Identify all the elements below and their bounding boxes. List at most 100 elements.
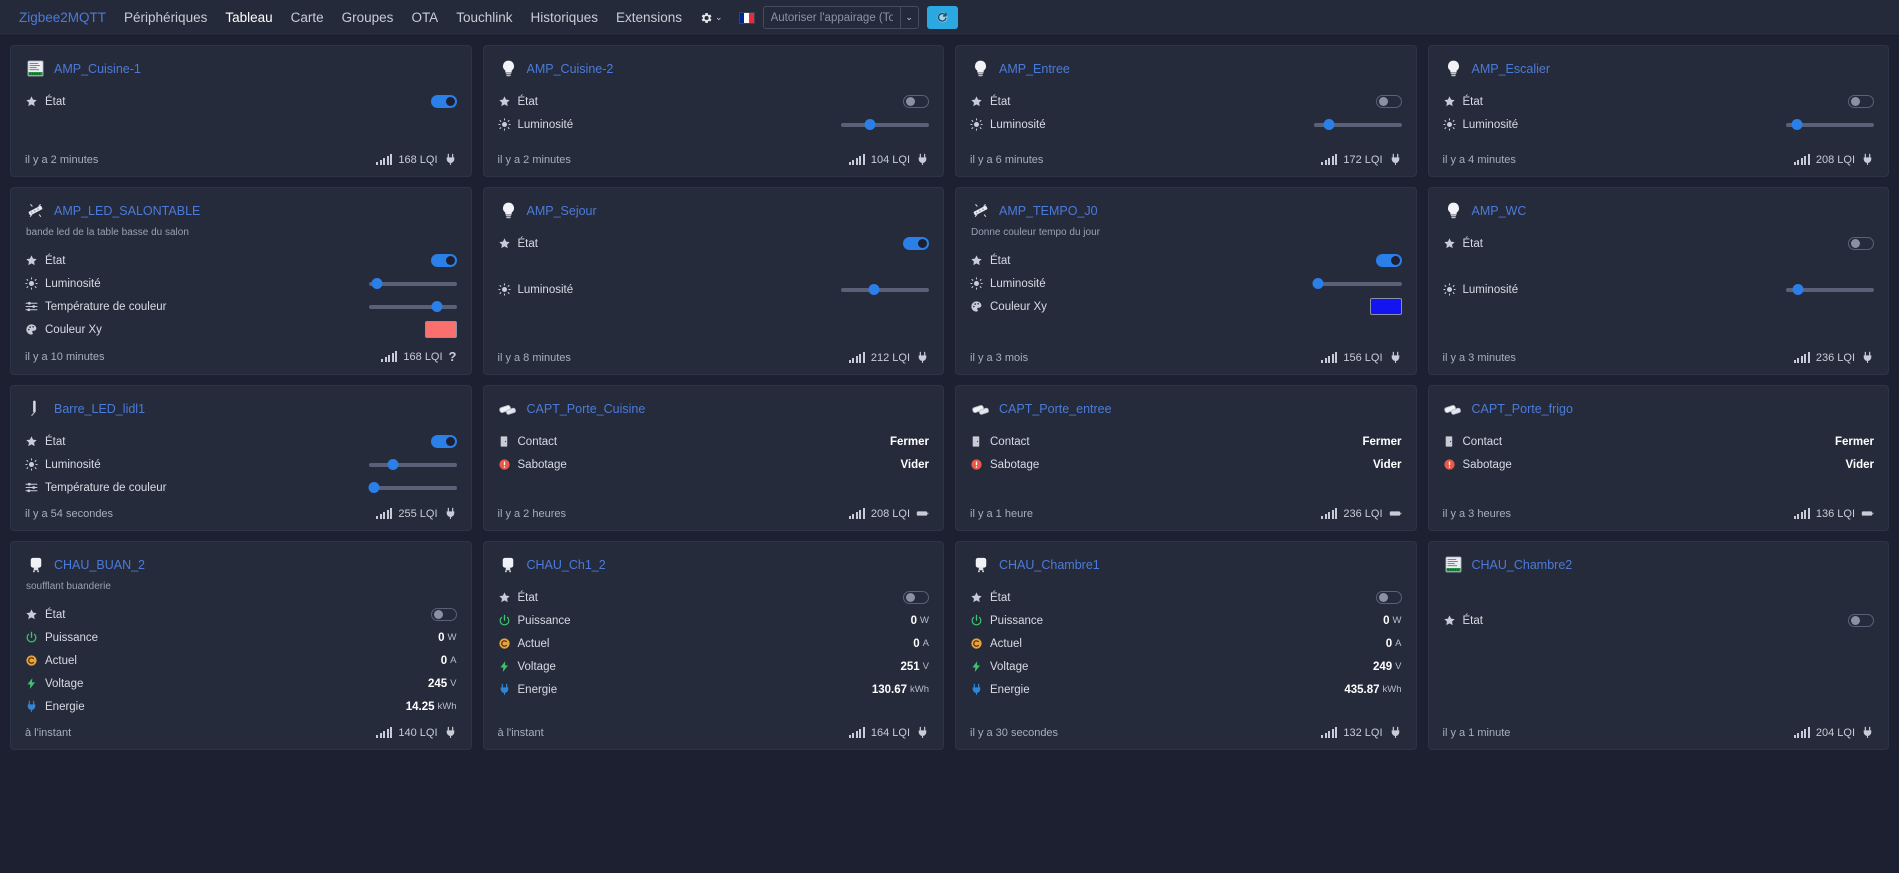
device-name-link[interactable]: Barre_LED_lidl1 xyxy=(54,402,145,416)
state-toggle[interactable] xyxy=(430,95,457,108)
slider-knob[interactable] xyxy=(371,278,383,289)
last-seen-text: il y a 8 minutes xyxy=(497,351,571,364)
lqi-suffix: LQI xyxy=(1837,507,1855,520)
nav-link-peripheriques[interactable]: Périphériques xyxy=(115,10,216,25)
state-toggle[interactable] xyxy=(903,237,929,250)
smart-plug-icon xyxy=(502,557,514,572)
value-slider[interactable] xyxy=(368,300,457,313)
nav-link-groupes[interactable]: Groupes xyxy=(333,10,403,25)
card-header: AMP_Escalier xyxy=(1443,58,1875,79)
device-name-link[interactable]: AMP_Entree xyxy=(999,62,1070,76)
palette-icon xyxy=(971,301,982,312)
device-name-link[interactable]: CAPT_Porte_entree xyxy=(999,402,1112,416)
plug-icon xyxy=(1863,726,1872,738)
state-toggle[interactable] xyxy=(430,608,457,621)
value-slider[interactable] xyxy=(1312,277,1402,290)
slider-knob[interactable] xyxy=(868,284,880,295)
device-name-link[interactable]: AMP_TEMPO_J0 xyxy=(999,204,1098,218)
slider-knob[interactable] xyxy=(1312,278,1324,289)
nav-link-carte[interactable]: Carte xyxy=(282,10,333,25)
card-footer: il y a 30 secondes 132 LQI xyxy=(970,726,1402,739)
signal-bars-icon xyxy=(376,154,393,165)
value-slider[interactable] xyxy=(1786,283,1874,296)
lqi-value: 236 LQI xyxy=(1343,508,1382,520)
permit-join-dropdown[interactable]: ⌄ xyxy=(899,6,919,29)
card-header: Barre_LED_lidl1 xyxy=(25,398,457,419)
signal-bars-icon xyxy=(1321,508,1338,519)
attribute-row: Température de couleur xyxy=(25,298,457,315)
state-toggle[interactable] xyxy=(1848,237,1874,250)
device-name-link[interactable]: CHAU_Ch1_2 xyxy=(527,558,606,572)
attribute-row: Energie 435.87 kWh xyxy=(970,681,1402,698)
slider-knob[interactable] xyxy=(1791,119,1803,130)
device-name-link[interactable]: CHAU_BUAN_2 xyxy=(54,558,145,572)
slider-knob[interactable] xyxy=(387,459,399,470)
device-name-link[interactable]: CAPT_Porte_frigo xyxy=(1472,402,1573,416)
attribute-label: État xyxy=(1443,237,1483,250)
state-toggle[interactable] xyxy=(903,95,929,108)
attribute-unit: kWh xyxy=(910,684,929,695)
refresh-button[interactable] xyxy=(926,6,958,29)
device-name-link[interactable]: AMP_Sejour xyxy=(527,204,597,218)
attribute-control: 0 A xyxy=(441,655,457,667)
slider-track xyxy=(368,305,457,309)
value-slider[interactable] xyxy=(841,283,929,296)
value-slider[interactable] xyxy=(841,118,929,131)
sun-icon xyxy=(1442,118,1456,131)
lqi-number: 212 xyxy=(870,351,890,364)
device-name-link[interactable]: AMP_Cuisine-1 xyxy=(54,62,141,76)
slider-track xyxy=(841,123,929,127)
state-toggle[interactable] xyxy=(1375,591,1402,604)
slider-knob[interactable] xyxy=(864,119,876,130)
value-slider[interactable] xyxy=(368,458,457,471)
nav-link-extensions[interactable]: Extensions xyxy=(607,10,691,25)
attribute-label: État xyxy=(498,95,538,108)
nav-link-tableau[interactable]: Tableau xyxy=(216,10,281,25)
device-name-link[interactable]: CHAU_Chambre2 xyxy=(1472,558,1573,572)
device-name-link[interactable]: AMP_Escalier xyxy=(1472,62,1551,76)
device-name-link[interactable]: CHAU_Chambre1 xyxy=(999,558,1100,572)
color-swatch[interactable] xyxy=(424,321,457,338)
device-name-link[interactable]: CAPT_Porte_Cuisine xyxy=(527,402,646,416)
slider-knob[interactable] xyxy=(368,482,380,493)
slider-knob[interactable] xyxy=(1792,284,1804,295)
toggle-knob xyxy=(445,437,455,446)
nav-link-touchlink[interactable]: Touchlink xyxy=(447,10,521,25)
state-toggle[interactable] xyxy=(430,435,457,448)
attribute-control xyxy=(1848,614,1874,627)
attribute-label-text: État xyxy=(1462,614,1483,627)
value-slider[interactable] xyxy=(368,481,457,494)
slider-knob[interactable] xyxy=(431,301,443,312)
permit-join-input[interactable] xyxy=(762,6,900,29)
state-toggle[interactable] xyxy=(1375,254,1402,267)
state-toggle[interactable] xyxy=(1848,614,1874,627)
state-toggle[interactable] xyxy=(430,254,457,267)
attribute-control: Fermer xyxy=(1835,436,1874,448)
device-name-link[interactable]: AMP_Cuisine-2 xyxy=(527,62,614,76)
brand-logo[interactable]: Zigbee2MQTT xyxy=(10,10,115,25)
lqi-value: 140 LQI xyxy=(398,727,437,739)
slider-knob[interactable] xyxy=(1323,119,1335,130)
energy-plug-icon xyxy=(972,683,981,695)
value-slider[interactable] xyxy=(1786,118,1874,131)
nav-link-historiques[interactable]: Historiques xyxy=(521,10,607,25)
device-name-link[interactable]: AMP_LED_SALONTABLE xyxy=(54,204,200,218)
state-toggle[interactable] xyxy=(903,591,929,604)
star-icon xyxy=(971,255,982,266)
attribute-label-text: Voltage xyxy=(990,660,1029,673)
state-toggle[interactable] xyxy=(1848,95,1874,108)
attribute-value: Fermer xyxy=(890,435,929,448)
france-flag-icon[interactable] xyxy=(738,11,755,24)
color-swatch[interactable] xyxy=(1369,298,1402,315)
value-slider[interactable] xyxy=(368,277,457,290)
device-name-link[interactable]: AMP_WC xyxy=(1472,204,1527,218)
state-toggle[interactable] xyxy=(1375,95,1402,108)
settings-menu[interactable]: ⌄ xyxy=(691,11,731,25)
value-slider[interactable] xyxy=(1313,118,1402,131)
attribute-label: État xyxy=(970,95,1010,108)
chevron-down-icon: ⌄ xyxy=(905,12,913,22)
attribute-row: Contact Fermer xyxy=(498,433,929,450)
lqi-suffix: LQI xyxy=(1364,153,1383,166)
nav-link-ota[interactable]: OTA xyxy=(402,10,447,25)
attribute-row: Couleur Xy xyxy=(25,321,457,338)
